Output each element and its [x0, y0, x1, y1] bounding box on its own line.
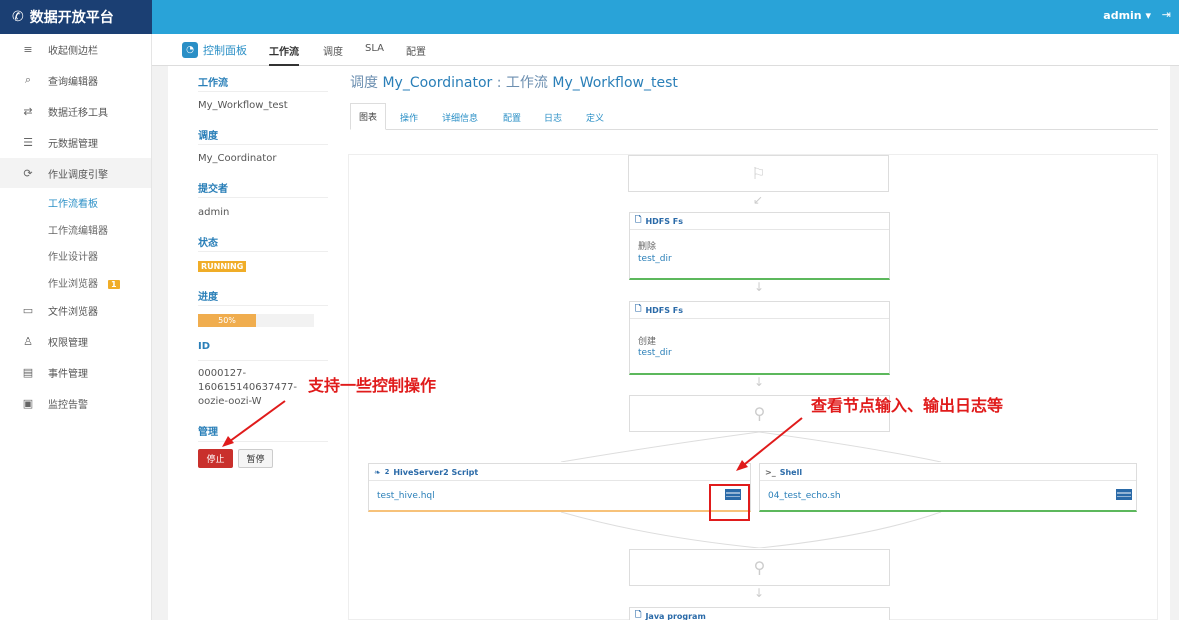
sidebar-item-events[interactable]: ▤ 事件管理	[0, 357, 151, 387]
sidebar-subitem-workflow-dashboard[interactable]: 工作流看板	[48, 195, 98, 210]
logout-icon[interactable]: ⇥	[1162, 8, 1171, 21]
sidebar-item-label: 数据迁移工具	[48, 107, 108, 119]
sidebar-subitem-job-browser[interactable]: 作业浏览器 1	[48, 275, 120, 290]
sidebar-item-file-browser[interactable]: ▭ 文件浏览器	[0, 295, 151, 325]
dashboard-icon: ◔	[182, 42, 198, 58]
user-lock-icon: ♙	[23, 334, 33, 348]
sidebar-item-metadata[interactable]: ☰ 元数据管理	[0, 127, 151, 157]
transfer-icon: ⇄	[23, 104, 33, 118]
sidebar-item-label: 监控告警	[48, 399, 88, 411]
scheduler-icon: ⟳	[23, 166, 33, 180]
nav-sla[interactable]: SLA	[365, 43, 384, 54]
sidebar-item-scheduler[interactable]: ⟳ 作业调度引擎	[0, 158, 151, 188]
event-icon: ▤	[22, 365, 34, 379]
monitor-icon: ▣	[22, 396, 34, 410]
telecom-logo-icon: ✆	[12, 9, 24, 25]
sidebar-item-label: 事件管理	[48, 368, 88, 380]
sidebar-item-label: 收起侧边栏	[48, 45, 98, 57]
database-icon: ☰	[23, 135, 33, 149]
nav-workflow[interactable]: 工作流	[269, 43, 299, 66]
nav-schedule[interactable]: 调度	[323, 43, 343, 58]
sidebar-subitem-job-designer[interactable]: 作业设计器	[48, 248, 98, 263]
sidebar-item-label: 元数据管理	[48, 138, 98, 150]
menu-icon: ≡	[23, 42, 33, 56]
annotation-arrows	[222, 400, 803, 471]
top-bar: admin ▾ ⇥	[152, 0, 1179, 34]
sidebar-item-label: 文件浏览器	[48, 306, 98, 318]
sidebar-item-permissions[interactable]: ♙ 权限管理	[0, 326, 151, 356]
job-count-badge: 1	[108, 280, 120, 289]
brand-logo[interactable]: ✆ 数据开放平台	[0, 0, 152, 34]
folder-icon: ▭	[22, 303, 34, 317]
sidebar-item-query-editor[interactable]: ⌕ 查询编辑器	[0, 65, 151, 95]
sidebar: ≡ 收起侧边栏 ⌕ 查询编辑器 ⇄ 数据迁移工具 ☰ 元数据管理 ⟳ 作业调度引擎 工作流…	[0, 34, 152, 620]
nav-label: 控制面板	[203, 44, 247, 57]
sidebar-item-label: 作业调度引擎	[48, 169, 108, 181]
sidebar-subitem-workflow-editor[interactable]: 工作流编辑器	[48, 222, 108, 237]
user-menu[interactable]: admin ▾	[1103, 9, 1151, 22]
query-icon: ⌕	[24, 73, 32, 86]
nav-config[interactable]: 配置	[406, 43, 426, 58]
sidebar-item-label: 作业浏览器	[48, 279, 98, 290]
secondary-nav: ◔ 控制面板 工作流 调度 SLA 配置	[152, 34, 1179, 66]
sidebar-item-label: 权限管理	[48, 337, 88, 349]
sidebar-item-monitoring[interactable]: ▣ 监控告警	[0, 388, 151, 418]
sidebar-item-collapse[interactable]: ≡ 收起侧边栏	[0, 34, 151, 64]
sidebar-item-data-transfer[interactable]: ⇄ 数据迁移工具	[0, 96, 151, 126]
brand-name: 数据开放平台	[29, 10, 114, 26]
nav-dashboard[interactable]: ◔ 控制面板	[182, 42, 247, 58]
sidebar-item-label: 查询编辑器	[48, 76, 98, 88]
main-content: 工作流 My_Workflow_test 调度 My_Coordinator 提…	[168, 66, 1170, 620]
